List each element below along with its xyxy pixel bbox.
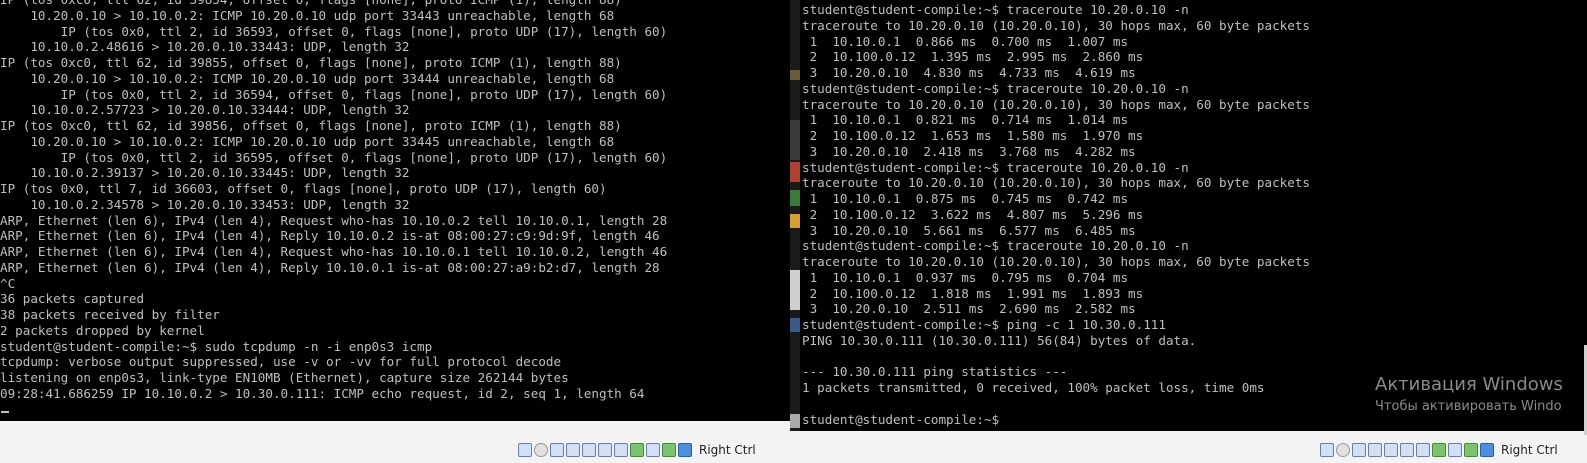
recording-icon[interactable] <box>1432 443 1446 457</box>
right-statusbar-icons: Right Ctrl <box>1320 443 1558 457</box>
left-statusbar-icons: Right Ctrl <box>518 443 756 457</box>
terminal-line: ^C <box>0 275 16 291</box>
terminal-line: 2 10.100.0.12 3.622 ms 4.807 ms 5.296 ms <box>802 206 1144 222</box>
terminal-line: IP (tos 0x0, ttl 2, id 36593, offset 0, … <box>0 23 668 39</box>
terminal-line: student@student-compile:~$ <box>802 411 1000 427</box>
cpu-icon[interactable] <box>646 443 660 457</box>
shared-folder-icon[interactable] <box>582 443 596 457</box>
display-icon[interactable] <box>598 443 612 457</box>
usb-icon[interactable] <box>518 443 532 457</box>
terminal-line: student@student-compile:~$ traceroute 10… <box>802 159 1189 175</box>
terminal-line: 10.20.0.10 > 10.10.0.2: ICMP 10.20.0.10 … <box>0 7 615 23</box>
terminal-line: 10.20.0.10 > 10.10.0.2: ICMP 10.20.0.10 … <box>0 133 615 149</box>
mouse-integration-icon[interactable] <box>1480 443 1494 457</box>
globe-icon[interactable] <box>1464 443 1478 457</box>
display-icon[interactable] <box>1400 443 1414 457</box>
terminal-line: 2 10.100.0.12 1.395 ms 2.995 ms 2.860 ms <box>802 49 1144 65</box>
windows-activation-title: Активация Windows <box>1375 374 1563 395</box>
terminal-line: IP (tos 0xc0, ttl 62, id 39856, offset 0… <box>0 118 622 133</box>
left-vm-window: IP (tos 0xc0, ttl 62, id 39854, offset 0… <box>0 0 790 463</box>
optical-disk-icon[interactable] <box>1336 443 1350 457</box>
background-window-strip <box>790 0 800 431</box>
terminal-line: traceroute to 10.20.0.10 (10.20.0.10), 3… <box>802 175 1310 191</box>
host-key-label: Right Ctrl <box>699 443 756 457</box>
recording-icon[interactable] <box>630 443 644 457</box>
network-icon[interactable] <box>1368 443 1382 457</box>
terminal-cursor <box>1 411 9 413</box>
terminal-line: 1 packets transmitted, 0 received, 100% … <box>802 380 1265 395</box>
terminal-line: 2 packets dropped by kernel <box>0 322 205 338</box>
terminal-line: 10.10.0.2.34578 > 10.20.0.10.33453: UDP,… <box>0 196 410 212</box>
terminal-line: listening on enp0s3, link-type EN10MB (E… <box>0 370 569 385</box>
mouse-integration-icon[interactable] <box>678 443 692 457</box>
right-vm-window: student@student-compile:~$ traceroute 10… <box>790 0 1587 463</box>
windows-activation-subtitle: Чтобы активировать Windo <box>1375 399 1562 414</box>
terminal-line: 2 10.100.0.12 1.818 ms 1.991 ms 1.893 ms <box>802 285 1144 301</box>
terminal-line: IP (tos 0x0, ttl 7, id 36603, offset 0, … <box>0 181 607 196</box>
terminal-line: 1 10.10.0.1 0.866 ms 0.700 ms 1.007 ms <box>802 33 1129 49</box>
terminal-line: student@student-compile:~$ traceroute 10… <box>802 238 1189 254</box>
terminal-line: IP (tos 0x0, ttl 2, id 36594, offset 0, … <box>0 86 668 102</box>
terminal-line: ARP, Ethernet (len 6), IPv4 (len 4), Req… <box>0 244 668 259</box>
screen-capture-icon[interactable] <box>1416 443 1430 457</box>
terminal-line: 1 10.10.0.1 0.937 ms 0.795 ms 0.704 ms <box>802 269 1129 285</box>
right-vm-statusbar: Right Ctrl <box>790 431 1587 463</box>
terminal-line: 2 10.100.0.12 1.653 ms 1.580 ms 1.970 ms <box>802 128 1144 143</box>
cpu-icon[interactable] <box>1448 443 1462 457</box>
audio-icon[interactable] <box>550 443 564 457</box>
terminal-line: 09:28:41.686259 IP 10.10.0.2 > 10.30.0.1… <box>0 385 645 401</box>
terminal-line: tcpdump: verbose output suppressed, use … <box>0 354 562 370</box>
terminal-line: student@student-compile:~$ traceroute 10… <box>802 80 1189 96</box>
terminal-line: ARP, Ethernet (len 6), IPv4 (len 4), Req… <box>0 212 668 228</box>
network-icon[interactable] <box>566 443 580 457</box>
audio-icon[interactable] <box>1352 443 1366 457</box>
terminal-line: ARP, Ethernet (len 6), IPv4 (len 4), Rep… <box>0 228 660 244</box>
terminal-line: 10.10.0.2.57723 > 10.20.0.10.33444: UDP,… <box>0 102 410 118</box>
terminal-line: PING 10.30.0.111 (10.30.0.111) 56(84) by… <box>802 332 1197 348</box>
terminal-line: 3 10.20.0.10 5.661 ms 6.577 ms 6.485 ms <box>802 222 1136 238</box>
terminal-line: traceroute to 10.20.0.10 (10.20.0.10), 3… <box>802 17 1310 33</box>
optical-disk-icon[interactable] <box>534 443 548 457</box>
terminal-line: traceroute to 10.20.0.10 (10.20.0.10), 3… <box>802 254 1310 269</box>
left-vm-statusbar: Right Ctrl <box>0 421 790 463</box>
terminal-line: student@student-compile:~$ traceroute 10… <box>802 2 1189 17</box>
terminal-line: 3 10.20.0.10 2.418 ms 3.768 ms 4.282 ms <box>802 143 1136 159</box>
screen-capture-icon[interactable] <box>614 443 628 457</box>
terminal-line: 1 10.10.0.1 0.875 ms 0.745 ms 0.742 ms <box>802 191 1129 206</box>
terminal-line: 3 10.20.0.10 2.511 ms 2.690 ms 2.582 ms <box>802 301 1136 317</box>
right-terminal[interactable]: student@student-compile:~$ traceroute 10… <box>800 0 1587 431</box>
terminal-line: student@student-compile:~$ sudo tcpdump … <box>0 338 433 354</box>
terminal-line: ARP, Ethernet (len 6), IPv4 (len 4), Rep… <box>0 259 660 275</box>
terminal-line: 10.20.0.10 > 10.10.0.2: ICMP 10.20.0.10 … <box>0 70 615 86</box>
terminal-line: IP (tos 0x0, ttl 2, id 36595, offset 0, … <box>0 149 668 165</box>
terminal-line: student@student-compile:~$ ping -c 1 10.… <box>802 317 1166 332</box>
globe-icon[interactable] <box>662 443 676 457</box>
terminal-line: traceroute to 10.20.0.10 (10.20.0.10), 3… <box>802 96 1310 112</box>
terminal-line: 36 packets captured <box>0 291 145 307</box>
terminal-line: 10.10.0.2.48616 > 10.20.0.10.33443: UDP,… <box>0 39 410 55</box>
terminal-line: 38 packets received by filter <box>0 307 220 322</box>
terminal-line: 3 10.20.0.10 4.830 ms 4.733 ms 4.619 ms <box>802 65 1136 80</box>
left-terminal[interactable]: IP (tos 0xc0, ttl 62, id 39854, offset 0… <box>0 0 790 421</box>
terminal-line: --- 10.30.0.111 ping statistics --- <box>802 364 1068 380</box>
host-key-label: Right Ctrl <box>1501 443 1558 457</box>
terminal-line: 10.10.0.2.39137 > 10.20.0.10.33445: UDP,… <box>0 165 410 181</box>
terminal-line: IP (tos 0xc0, ttl 62, id 39855, offset 0… <box>0 55 622 70</box>
terminal-line: 1 10.10.0.1 0.821 ms 0.714 ms 1.014 ms <box>802 112 1129 128</box>
usb-icon[interactable] <box>1320 443 1334 457</box>
shared-folder-icon[interactable] <box>1384 443 1398 457</box>
